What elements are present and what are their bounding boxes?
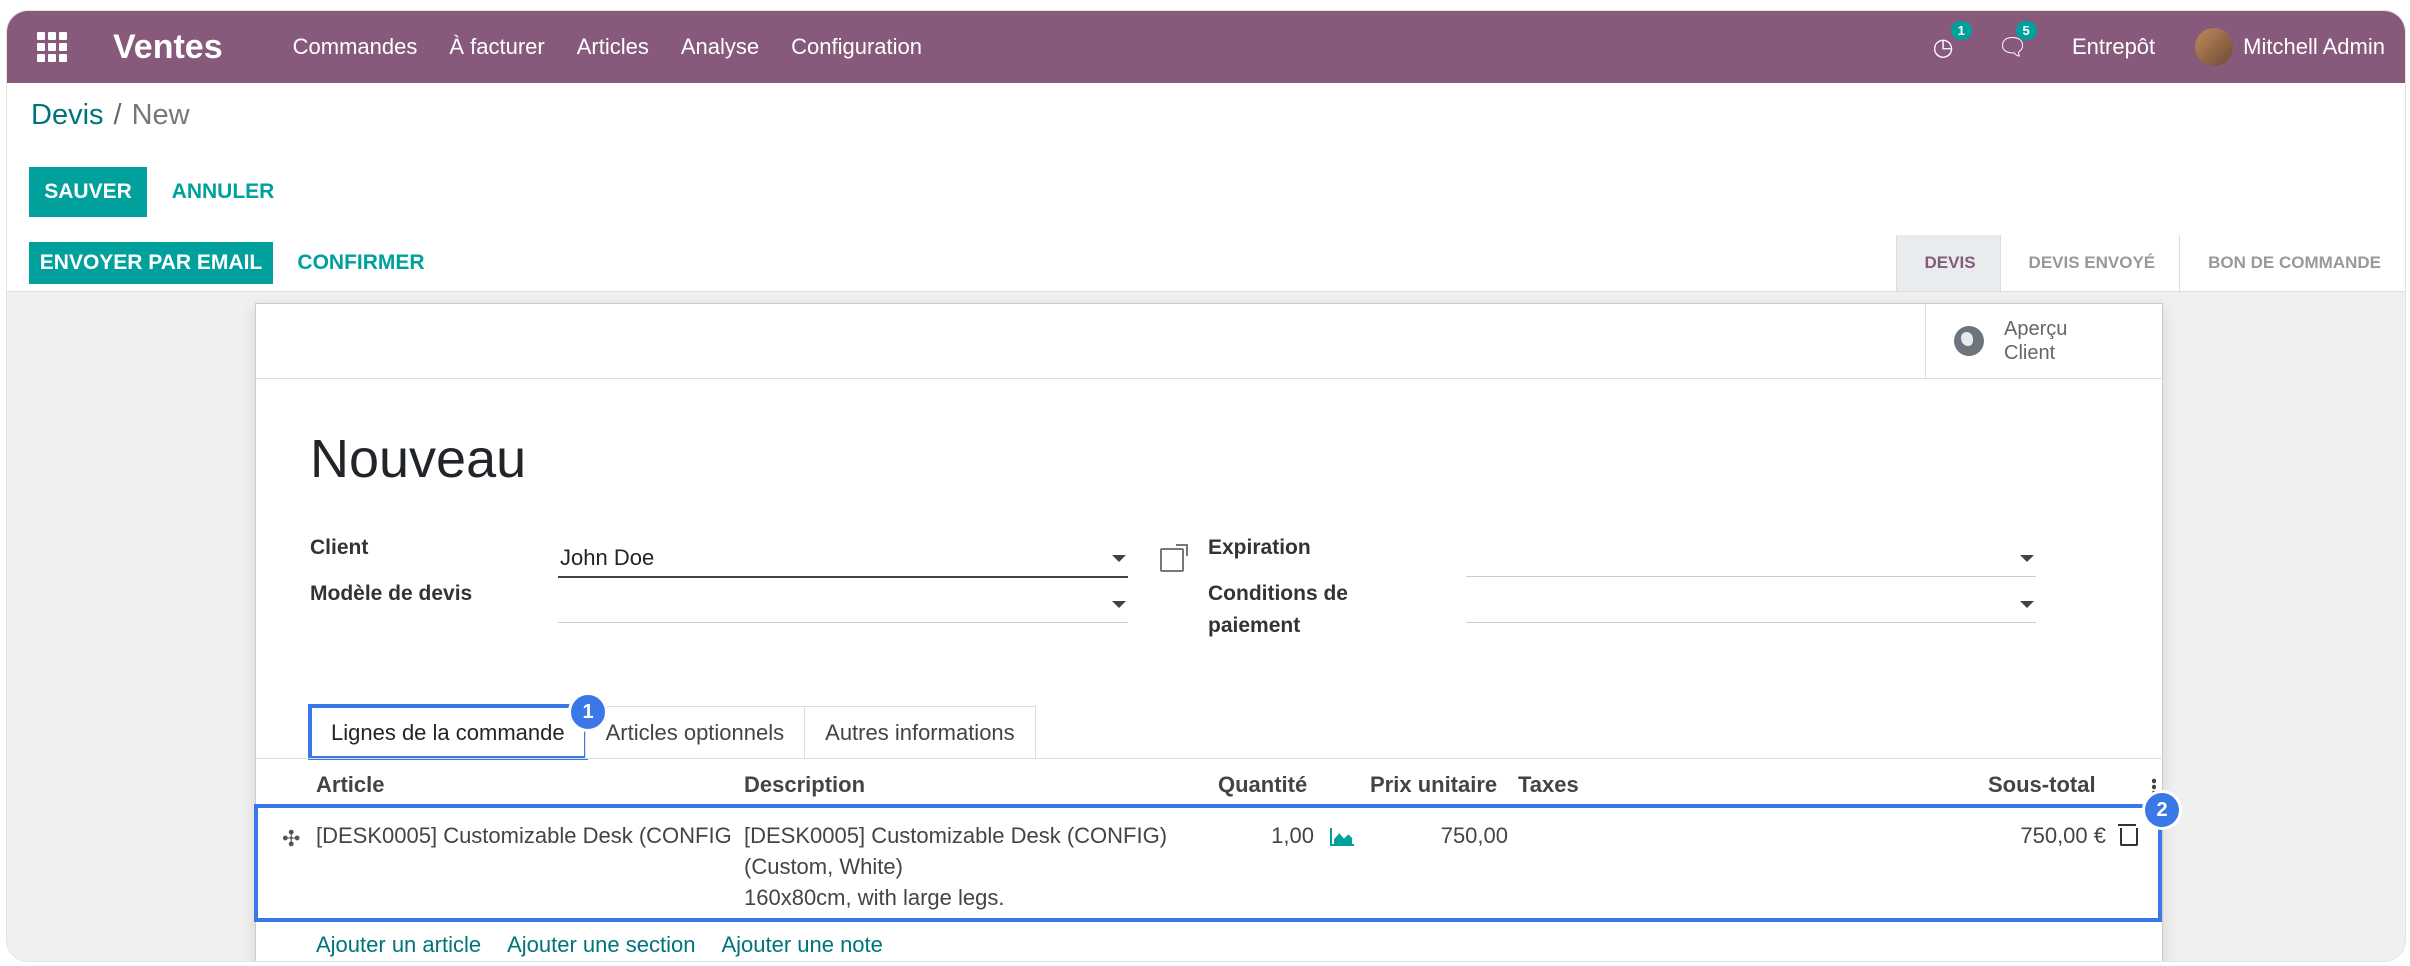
trash-icon[interactable] (2118, 824, 2138, 846)
tab-optional-products[interactable]: Articles optionnels (584, 706, 806, 758)
breadcrumb-devis-link[interactable]: Devis (31, 99, 104, 131)
line-quantity[interactable]: 1,00 (1234, 820, 1314, 851)
line-description-3[interactable]: 160x80cm, with large legs. (744, 882, 1004, 913)
main-menu: Commandes À facturer Articles Analyse Co… (277, 34, 938, 60)
stage-devis-envoye[interactable]: DEVIS ENVOYÉ (1999, 235, 2180, 291)
menu-a-facturer[interactable]: À facturer (433, 34, 560, 60)
annotation-marker-1: 1 (568, 692, 608, 732)
stage-devis[interactable]: DEVIS (1895, 235, 2000, 291)
external-link-icon[interactable] (1160, 544, 1188, 572)
top-navbar: Ventes Commandes À facturer Articles Ana… (7, 11, 2405, 83)
column-header-taxes[interactable]: Taxes (1518, 772, 1579, 798)
stage-bon-de-commande[interactable]: BON DE COMMANDE (2179, 235, 2405, 291)
customer-preview-label: Aperçu Client (2004, 318, 2068, 364)
customer-preview-button[interactable]: Aperçu Client (1925, 304, 2162, 378)
add-section-link[interactable]: Ajouter une section (507, 932, 695, 958)
column-header-description[interactable]: Description (744, 772, 865, 798)
user-avatar[interactable] (2195, 28, 2234, 66)
expiration-field[interactable] (1466, 540, 2036, 577)
drag-handle-icon[interactable]: ✣ (282, 826, 300, 852)
annotation-marker-2: 2 (2142, 790, 2182, 830)
client-value: John Doe (560, 545, 655, 570)
column-header-unit-price[interactable]: Prix unitaire (1370, 772, 1497, 798)
quote-template-label: Modèle de devis (310, 582, 473, 605)
activity-clock-icon[interactable]: ◷ 1 (1933, 20, 1972, 62)
column-header-article[interactable]: Article (316, 772, 384, 798)
chevron-down-icon[interactable] (2020, 555, 2034, 562)
globe-icon (1954, 326, 1984, 356)
save-button[interactable]: SAUVER (29, 167, 147, 217)
chevron-down-icon[interactable] (1112, 601, 1126, 608)
menu-analyse[interactable]: Analyse (665, 34, 775, 60)
payment-terms-field[interactable] (1466, 586, 2036, 623)
activity-badge: 1 (1950, 20, 1972, 40)
payment-terms-label: Conditions de paiement (1208, 582, 1348, 637)
tab-divider (256, 758, 2162, 759)
add-note-link[interactable]: Ajouter une note (721, 932, 882, 958)
send-email-button[interactable]: ENVOYER PAR EMAIL (29, 242, 273, 284)
breadcrumb-current: New (131, 99, 190, 131)
chevron-down-icon[interactable] (1112, 555, 1126, 562)
chevron-down-icon[interactable] (2020, 601, 2034, 608)
expiration-label: Expiration (1208, 536, 1311, 559)
line-description-1[interactable]: [DESK0005] Customizable Desk (CONFIG) (744, 820, 1167, 851)
breadcrumb-separator: / (113, 99, 122, 131)
confirm-button[interactable]: CONFIRMER (293, 242, 429, 284)
menu-configuration[interactable]: Configuration (775, 34, 938, 60)
column-header-quantity[interactable]: Quantité (1218, 772, 1307, 798)
messages-chat-icon[interactable]: 🗨 5 (1998, 20, 2037, 62)
discard-button[interactable]: ANNULER (165, 167, 281, 217)
status-stages: DEVIS DEVIS ENVOYÉ BON DE COMMANDE (1895, 235, 2405, 291)
apps-menu-icon[interactable] (37, 32, 67, 62)
notebook-tabs: Lignes de la commande Articles optionnel… (308, 704, 1036, 760)
breadcrumb: Devis / New (31, 99, 190, 132)
menu-articles[interactable]: Articles (561, 34, 665, 60)
forecast-chart-icon[interactable] (1330, 828, 1354, 846)
app-window: Ventes Commandes À facturer Articles Ana… (6, 10, 2406, 962)
control-panel: Devis / New SAUVER ANNULER (7, 83, 2405, 236)
app-title: Ventes (113, 27, 223, 66)
client-label: Client (310, 536, 369, 559)
client-field[interactable]: John Doe (558, 540, 1128, 578)
line-description-2[interactable]: (Custom, White) (744, 851, 903, 882)
record-title: Nouveau (310, 429, 527, 489)
tab-other-info[interactable]: Autres informations (804, 706, 1036, 758)
status-bar: ENVOYER PAR EMAIL CONFIRMER DEVIS DEVIS … (7, 235, 2405, 292)
company-switcher[interactable]: Entrepôt (2072, 34, 2155, 60)
button-box: Aperçu Client (256, 304, 2162, 379)
navbar-systray: ◷ 1 🗨 5 Entrepôt Mitchell Admin (1933, 11, 2385, 83)
user-menu[interactable]: Mitchell Admin (2243, 34, 2385, 60)
line-article[interactable]: [DESK0005] Customizable Desk (CONFIG… (316, 820, 730, 851)
line-subtotal: 750,00 € (2020, 823, 2106, 848)
line-unit-price[interactable]: 750,00 (1406, 820, 1508, 851)
tab-order-lines[interactable]: Lignes de la commande (308, 704, 588, 760)
menu-commandes[interactable]: Commandes (277, 34, 434, 60)
messages-badge: 5 (2015, 20, 2037, 40)
form-sheet: Aperçu Client Nouveau Client John Doe Mo… (254, 303, 2182, 961)
column-header-subtotal[interactable]: Sous-total (1988, 772, 2096, 798)
add-line-links: Ajouter un article Ajouter une section A… (316, 932, 883, 958)
add-product-link[interactable]: Ajouter un article (316, 932, 481, 958)
quote-template-field[interactable] (558, 586, 1128, 623)
